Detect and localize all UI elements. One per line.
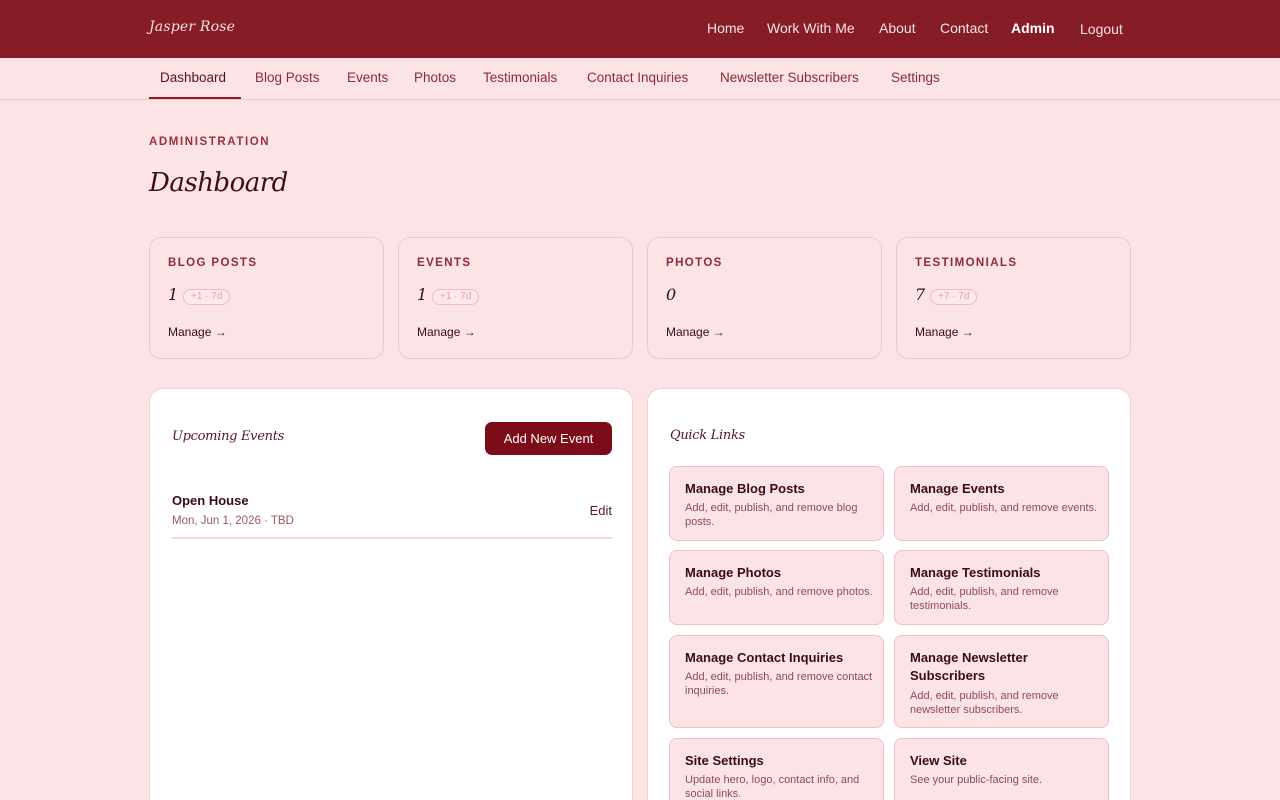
stat-value: 1 <box>168 285 179 304</box>
nav-admin-link[interactable]: Admin <box>1011 20 1055 38</box>
stat-card-blog-posts: BLOG POSTS 1 +1 · 7d Manage → <box>149 237 384 359</box>
top-header: Jasper Rose Home Work With Me About Cont… <box>0 0 1280 58</box>
stat-value: 1 <box>417 285 428 304</box>
manage-photos-link[interactable]: Manage → <box>666 325 725 339</box>
quick-link-newsletter-subscribers[interactable]: Manage Newsletter Subscribers Add, edit,… <box>894 635 1109 728</box>
quick-link-description: See your public-facing site. <box>910 774 1043 786</box>
tab-testimonials[interactable]: Testimonials <box>483 70 557 85</box>
quick-link-view-site[interactable]: View Site See your public-facing site. <box>894 738 1109 800</box>
quick-link-description: Add, edit, publish, and remove testimoni… <box>910 586 1059 612</box>
quick-link-title: Manage Blog Posts <box>685 481 805 496</box>
quick-link-description: Add, edit, publish, and remove contact i… <box>685 671 873 697</box>
nav-about-link[interactable]: About <box>879 20 916 38</box>
quick-link-title: Manage Photos <box>685 565 782 580</box>
event-list-item[interactable]: Open House Mon, Jun 1, 2026 · TBD Edit <box>172 489 612 539</box>
brand-logo[interactable]: Jasper Rose <box>149 19 235 35</box>
stat-label: PHOTOS <box>666 257 723 269</box>
quick-link-title: Manage Contact Inquiries <box>685 650 844 665</box>
quick-link-contact-inquiries[interactable]: Manage Contact Inquiries Add, edit, publ… <box>669 635 884 728</box>
quick-link-photos[interactable]: Manage Photos Add, edit, publish, and re… <box>669 550 884 625</box>
upcoming-events-panel: Upcoming Events Add New Event Open House… <box>149 388 633 800</box>
upcoming-events-title: Upcoming Events <box>172 429 284 444</box>
quick-link-testimonials[interactable]: Manage Testimonials Add, edit, publish, … <box>894 550 1109 625</box>
quick-link-description: Add, edit, publish, and remove events. <box>910 502 1098 514</box>
quick-link-title: Site Settings <box>685 753 764 768</box>
tab-settings[interactable]: Settings <box>891 70 940 85</box>
stat-card-testimonials: TESTIMONIALS 7 +7 · 7d Manage → <box>896 237 1131 359</box>
stat-trend-badge: +1 · 7d <box>432 289 480 305</box>
quick-link-title: Manage Newsletter Subscribers <box>910 650 1028 683</box>
event-title: Open House <box>172 493 249 508</box>
stat-trend-badge: +1 · 7d <box>183 289 231 305</box>
stat-card-events: EVENTS 1 +1 · 7d Manage → <box>398 237 633 359</box>
quick-link-title: Manage Testimonials <box>910 565 1041 580</box>
quick-link-description: Add, edit, publish, and remove photos. <box>685 586 873 598</box>
tab-blog-posts[interactable]: Blog Posts <box>255 70 320 85</box>
quick-links-title: Quick Links <box>670 428 745 443</box>
admin-tabs: Dashboard Blog Posts Events Photos Testi… <box>0 58 1280 100</box>
tab-contact-inquiries[interactable]: Contact Inquiries <box>587 70 688 85</box>
quick-links-panel: Quick Links Manage Blog Posts Add, edit,… <box>647 388 1131 800</box>
active-tab-indicator <box>149 97 241 99</box>
nav-work-with-me-link[interactable]: Work With Me <box>767 20 855 38</box>
quick-link-title: Manage Events <box>910 481 1005 496</box>
tab-events[interactable]: Events <box>347 70 388 85</box>
manage-testimonials-link[interactable]: Manage → <box>915 325 974 339</box>
quick-link-description: Update hero, logo, contact info, and soc… <box>685 774 860 800</box>
page-title: Dashboard <box>149 168 288 198</box>
add-new-event-button[interactable]: Add New Event <box>485 422 612 455</box>
stat-label: EVENTS <box>417 257 472 269</box>
logout-button[interactable]: Logout <box>1080 21 1123 39</box>
tab-dashboard[interactable]: Dashboard <box>160 70 226 85</box>
page-eyebrow: ADMINISTRATION <box>149 136 271 148</box>
stat-label: TESTIMONIALS <box>915 257 1018 269</box>
quick-link-title: View Site <box>910 753 967 768</box>
stat-value: 7 <box>915 285 926 304</box>
quick-link-events[interactable]: Manage Events Add, edit, publish, and re… <box>894 466 1109 541</box>
quick-link-description: Add, edit, publish, and remove blog post… <box>685 502 858 528</box>
manage-events-link[interactable]: Manage → <box>417 325 476 339</box>
event-date: Mon, Jun 1, 2026 · TBD <box>172 515 294 527</box>
stat-value: 0 <box>666 285 677 304</box>
quick-link-blog-posts[interactable]: Manage Blog Posts Add, edit, publish, an… <box>669 466 884 541</box>
quick-link-description: Add, edit, publish, and remove newslette… <box>910 690 1059 716</box>
edit-event-button[interactable]: Edit <box>590 503 612 518</box>
tab-newsletter-subscribers[interactable]: Newsletter Subscribers <box>720 70 859 85</box>
stat-trend-badge: +7 · 7d <box>930 289 978 305</box>
stat-card-photos: PHOTOS 0 Manage → <box>647 237 882 359</box>
stat-label: BLOG POSTS <box>168 257 258 269</box>
nav-contact-link[interactable]: Contact <box>940 20 988 38</box>
manage-blog-posts-link[interactable]: Manage → <box>168 325 227 339</box>
tab-photos[interactable]: Photos <box>414 70 456 85</box>
quick-link-site-settings[interactable]: Site Settings Update hero, logo, contact… <box>669 738 884 800</box>
nav-home-link[interactable]: Home <box>707 20 744 38</box>
